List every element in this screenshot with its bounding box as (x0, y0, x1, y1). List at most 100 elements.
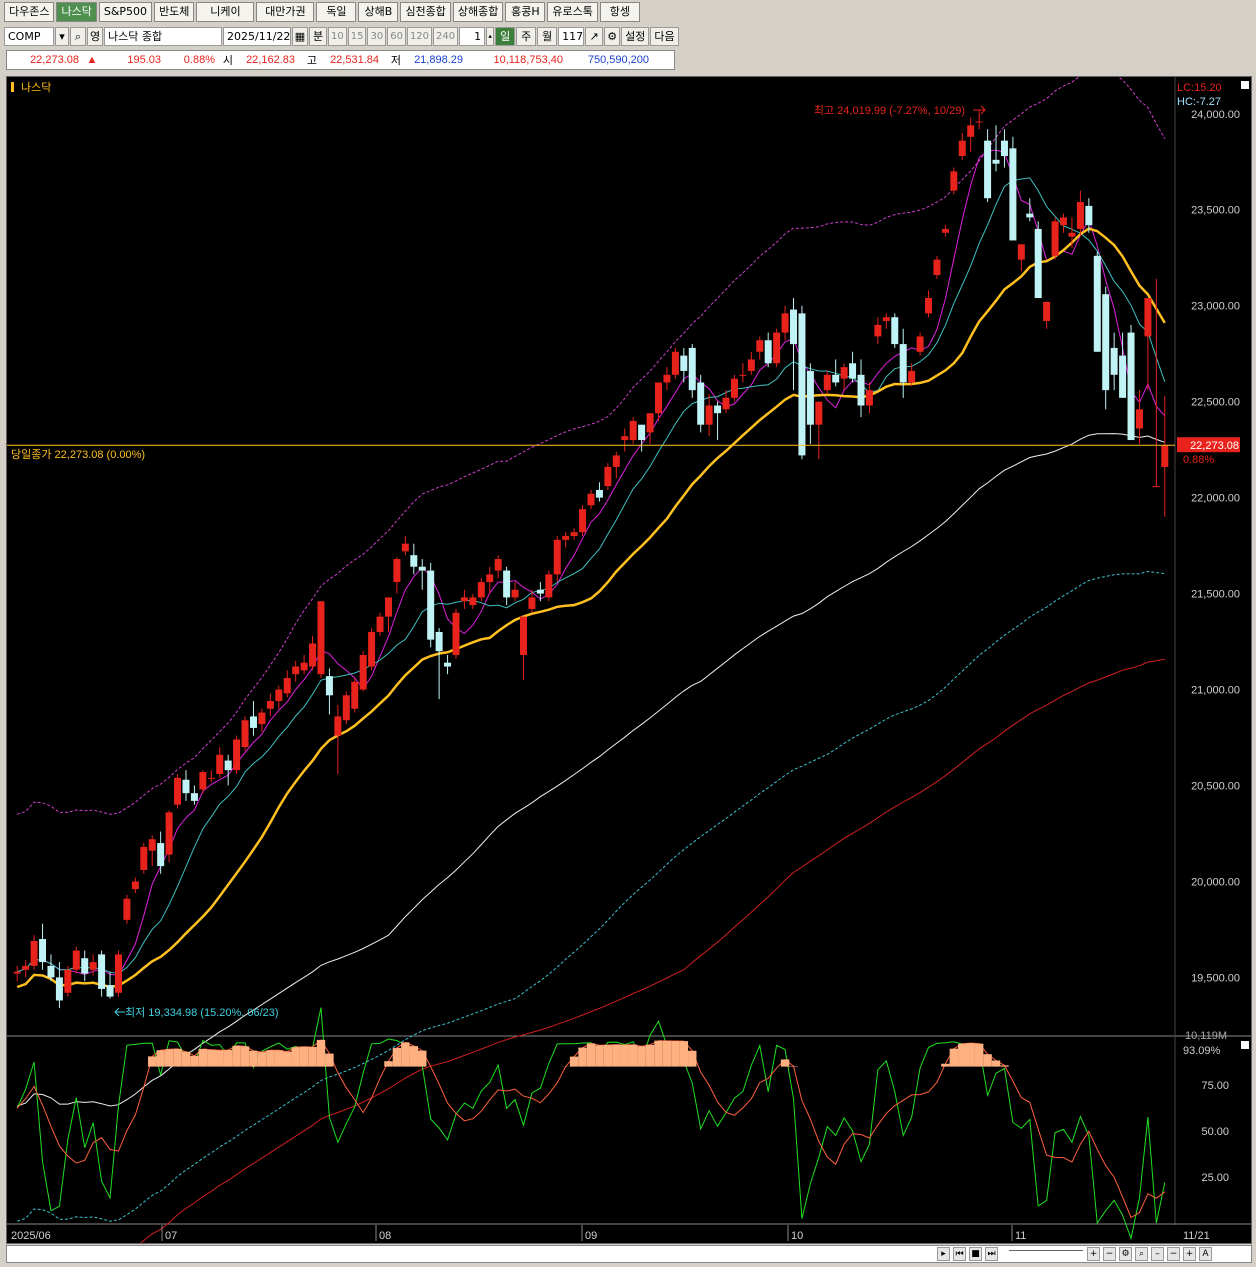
candle-body (1026, 213, 1034, 218)
english-toggle-icon[interactable]: 영 (87, 26, 103, 46)
overbought-fill (392, 1047, 402, 1067)
tab-1[interactable]: 나스닥 (56, 2, 97, 22)
period-month[interactable]: 월 (537, 26, 558, 46)
minus-icon[interactable]: − (1167, 1247, 1180, 1261)
tab-11[interactable]: 유로스톡 (547, 2, 598, 22)
overbought-fill (941, 1063, 950, 1067)
next-button[interactable]: 다음 (650, 26, 679, 46)
overbought-fill (409, 1046, 419, 1067)
rewind-icon[interactable]: ⏮ (953, 1247, 966, 1261)
candle-body (486, 574, 494, 583)
y-tick-label: 23,500.00 (1191, 205, 1240, 217)
candle-body (89, 962, 97, 970)
period-day[interactable]: 일 (495, 26, 516, 46)
scroll-right-icon[interactable]: ▸ (937, 1247, 950, 1261)
tab-9[interactable]: 상해종합 (452, 2, 504, 22)
overbought-fill (671, 1041, 680, 1067)
period-week[interactable]: 주 (516, 26, 537, 46)
period-minute[interactable]: 분 (309, 26, 327, 46)
candle-body (790, 309, 798, 345)
overbought-fill (780, 1059, 790, 1067)
tab-12[interactable]: 항셍 (599, 2, 640, 22)
candle-body (266, 701, 274, 709)
tab-4[interactable]: 니케이 (196, 2, 255, 22)
tab-8[interactable]: 심천종합 (400, 2, 451, 22)
x-tick-label: 11 (1015, 1230, 1026, 1242)
count-field[interactable]: 1 (459, 26, 486, 46)
overbought-fill (291, 1047, 300, 1067)
search-icon[interactable]: ⌕ (70, 26, 86, 46)
narrow-icon[interactable]: – (1151, 1247, 1164, 1261)
period-120[interactable]: 120 (406, 26, 433, 46)
candle-body (384, 597, 392, 617)
code-dropdown-icon[interactable]: ▾ (55, 26, 69, 46)
bar-count-field[interactable]: 117 (558, 26, 585, 46)
last-pct-label: 0.88% (1183, 454, 1214, 466)
overbought-fill (190, 1055, 199, 1067)
count-spinner-icon[interactable]: ▴ (486, 26, 495, 46)
candle-body (174, 777, 182, 805)
quote-volume: 10,118,753,40 (493, 54, 563, 66)
overbought-fill (325, 1053, 334, 1067)
settings-button[interactable]: 설정 (621, 26, 650, 46)
up-arrow-icon: ▲ (86, 54, 98, 66)
date-field[interactable]: 2025/11/22 (223, 26, 291, 46)
candle-body (849, 363, 857, 379)
overbought-fill (628, 1044, 638, 1067)
y-tick-label: 20,500.00 (1191, 781, 1240, 793)
fast-forward-icon[interactable]: ⏭ (985, 1247, 998, 1261)
candle-body (806, 370, 814, 425)
calendar-icon[interactable]: ▦ (292, 26, 308, 46)
tab-2[interactable]: S&P500 (98, 2, 153, 22)
candle-body (1085, 205, 1093, 226)
candle-body (882, 317, 890, 322)
font-size-icon[interactable]: A (1199, 1247, 1212, 1261)
candle-body (1152, 486, 1160, 488)
candle-body (452, 612, 460, 655)
period-10[interactable]: 10 (328, 26, 347, 46)
candle-body (1034, 228, 1042, 299)
draw-line-icon[interactable]: ↗ (585, 26, 604, 46)
chart-area[interactable]: 당일종가 22,273.08 (0.00%) 나스닥 최고 24,019.99 (-… (6, 76, 1252, 1244)
low-label: 저 (390, 55, 401, 67)
period-15[interactable]: 15 (347, 26, 367, 46)
tab-7[interactable]: 상해B (358, 2, 399, 22)
tab-6[interactable]: 독일 (316, 2, 357, 22)
tab-5[interactable]: 대만가권 (256, 2, 315, 22)
lc-label: LC:15.20 (1177, 82, 1222, 94)
candle-body (22, 965, 30, 970)
zoom-out-icon[interactable]: − (1103, 1247, 1116, 1261)
candle-body (1093, 255, 1101, 352)
low-annotation: 최저 19,334.98 (15.20%, 06/23) (125, 1006, 279, 1019)
candle-body (351, 681, 359, 709)
period-30[interactable]: 30 (367, 26, 387, 46)
period-240[interactable]: 240 (433, 26, 459, 46)
zoom-in-icon[interactable]: + (1087, 1247, 1100, 1261)
candle-body (764, 340, 772, 364)
overbought-fill (316, 1039, 326, 1067)
overbought-fill (164, 1049, 174, 1067)
tab-0[interactable]: 다우존스 (4, 2, 55, 22)
name-field[interactable]: 나스닥 종합 (104, 26, 222, 46)
overbought-fill (595, 1045, 604, 1067)
tab-10[interactable]: 홍콩H (505, 2, 546, 22)
period-60[interactable]: 60 (387, 26, 406, 46)
price-chart[interactable]: 당일종가 22,273.08 (0.00%) 나스닥최고 24,019.99 (-… (7, 77, 1251, 1243)
candle-body (64, 969, 72, 993)
magnify-icon[interactable]: ⌕ (1135, 1247, 1148, 1261)
candle-body (688, 347, 696, 391)
tab-3[interactable]: 반도체 (154, 2, 195, 22)
zoom-slider[interactable] (1009, 1250, 1083, 1258)
code-field[interactable]: COMP (4, 26, 54, 46)
candle-body (874, 324, 882, 337)
plus-icon[interactable]: + (1183, 1247, 1196, 1261)
ma10-line (17, 177, 1166, 975)
gear-small-icon[interactable]: ⚙ (1119, 1247, 1132, 1261)
candle-body (460, 597, 468, 602)
overbought-fill (198, 1048, 208, 1067)
high-label: 고 (306, 55, 317, 67)
gear-icon[interactable]: ⚙ (604, 26, 621, 46)
scroll-bar[interactable]: ▸ ⏮ ■ ⏭ + − ⚙ ⌕ – − + A (6, 1245, 1252, 1263)
envelope-lower-line (17, 570, 1165, 1222)
stop-icon[interactable]: ■ (969, 1247, 982, 1261)
